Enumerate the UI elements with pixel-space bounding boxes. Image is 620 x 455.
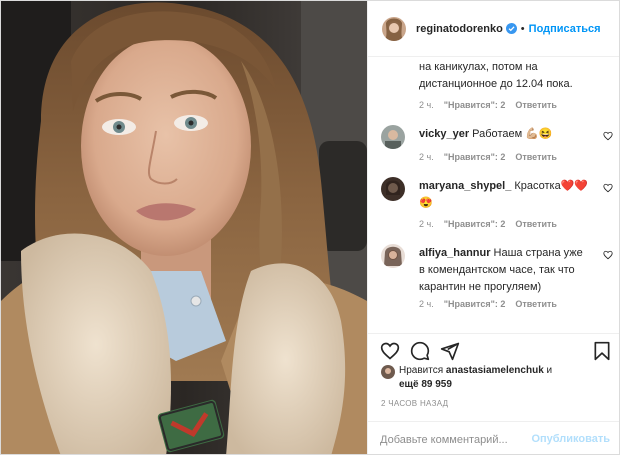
commenter-avatar[interactable]: [381, 177, 405, 201]
post-timestamp[interactable]: 2 часов назад: [381, 399, 448, 408]
reply-link[interactable]: Ответить: [515, 152, 557, 162]
post-header: reginatodorenko • Подписаться: [368, 1, 619, 57]
comment-time: 2 ч.: [419, 152, 434, 162]
header-separator: •: [520, 22, 525, 35]
comment-likes-link[interactable]: "Нравится": 2: [444, 299, 506, 309]
liker-username[interactable]: anastasiamelenchuk: [446, 365, 544, 376]
comment-meta: 2 ч. "Нравится": 2 Ответить: [419, 152, 557, 162]
comment-likes-link[interactable]: "Нравится": 2: [444, 219, 506, 229]
comment-input[interactable]: [380, 431, 530, 449]
comment-likes-link[interactable]: "Нравится": 2: [444, 100, 506, 110]
likes-summary: Нравится anastasiamelenchuk и ещё 89 959: [381, 365, 613, 395]
heart-outline-icon[interactable]: [603, 250, 613, 260]
heart-outline-icon[interactable]: [603, 183, 613, 193]
action-bar: [368, 333, 619, 365]
comment-text: vicky_yer Работаем 💪🏼😆: [419, 126, 589, 143]
comment-time: 2 ч.: [419, 100, 434, 110]
bookmark-icon[interactable]: [592, 341, 612, 361]
post-photo[interactable]: [1, 1, 367, 454]
reply-link[interactable]: Ответить: [515, 219, 557, 229]
selfie-image: [1, 1, 367, 454]
add-comment-bar: Опубликовать: [368, 421, 619, 454]
comment-meta: 2 ч. "Нравится": 2 Ответить: [419, 299, 557, 309]
liker-avatar[interactable]: [381, 365, 395, 379]
comment-likes-link[interactable]: "Нравится": 2: [444, 152, 506, 162]
comment-meta: 2 ч. "Нравится": 2 Ответить: [419, 100, 557, 110]
commenter-username[interactable]: vicky_yer: [419, 128, 469, 140]
likes-conj: и: [546, 365, 553, 376]
author-username[interactable]: reginatodorenko: [416, 23, 503, 35]
post-side-panel: reginatodorenko • Подписаться на каникул…: [367, 1, 619, 454]
comments-list[interactable]: на каникулах, потом на дистанционное до …: [368, 57, 619, 333]
instagram-post: reginatodorenko • Подписаться на каникул…: [0, 0, 620, 455]
follow-button[interactable]: Подписаться: [529, 23, 601, 35]
comment-meta: 2 ч. "Нравится": 2 Ответить: [419, 219, 557, 229]
publish-button[interactable]: Опубликовать: [531, 433, 610, 445]
reply-link[interactable]: Ответить: [515, 100, 557, 110]
commenter-avatar[interactable]: [381, 244, 405, 268]
commenter-username[interactable]: maryana_shypel_: [419, 180, 511, 192]
likes-line: Нравится anastasiamelenchuk и: [399, 365, 552, 376]
heart-outline-icon[interactable]: [603, 131, 613, 141]
comment-time: 2 ч.: [419, 219, 434, 229]
commenter-avatar[interactable]: [381, 125, 405, 149]
like-heart-icon[interactable]: [380, 341, 400, 361]
share-icon[interactable]: [440, 341, 460, 361]
likes-prefix: Нравится: [399, 365, 444, 376]
verified-badge-icon: [505, 23, 517, 34]
comment-time: 2 ч.: [419, 299, 434, 309]
reply-link[interactable]: Ответить: [515, 299, 557, 309]
comment-text: alfiya_hannur Наша страна уже в комендант…: [419, 245, 589, 296]
commenter-username[interactable]: alfiya_hannur: [419, 247, 491, 259]
likes-count[interactable]: ещё 89 959: [399, 379, 452, 390]
author-avatar[interactable]: [382, 16, 406, 41]
comment-icon[interactable]: [410, 341, 430, 361]
comment-continuation-text: на каникулах, потом на дистанционное до …: [419, 61, 573, 90]
comment-text: maryana_shypel_ Красотка❤️❤️😍: [419, 178, 589, 212]
comment-body: Работаем 💪🏼😆: [472, 128, 553, 140]
